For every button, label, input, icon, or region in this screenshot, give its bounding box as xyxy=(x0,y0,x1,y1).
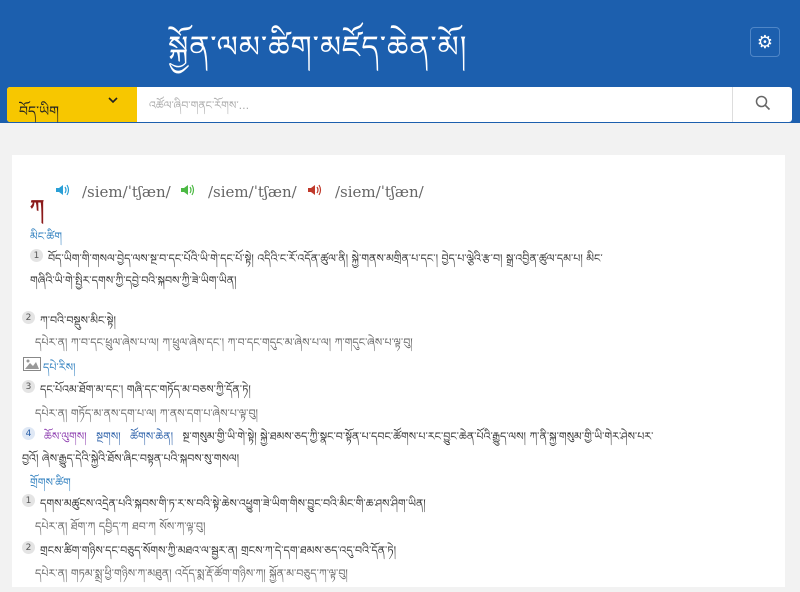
speaker-icon[interactable] xyxy=(55,183,71,201)
example-text: དཔེར་ན། གཏམ་སྨྲ་ཕྱི་གཉིས་ཀ་མཐུན། འདོད་སྨ… xyxy=(35,567,348,580)
language-select[interactable]: བོད་ཡིག xyxy=(7,87,137,122)
pronunciation: /siem/ˈtʃæn/ xyxy=(208,183,297,201)
image-icon[interactable] xyxy=(23,356,41,371)
sense-number: 1 xyxy=(22,494,35,507)
sense-number: 1 xyxy=(30,249,43,262)
pronunciation: /siem/ˈtʃæn/ xyxy=(82,183,171,201)
sense-number: 3 xyxy=(22,380,35,393)
app-title: སྐྱོན་ལམ་ཚིག་མཛོད་ཆེན་མོ། xyxy=(168,30,468,65)
pronunciation: /siem/ˈtʃæn/ xyxy=(335,183,424,201)
speaker-icon[interactable] xyxy=(180,183,196,201)
sense-number: 2 xyxy=(22,311,35,324)
chevron-down-icon xyxy=(107,94,119,110)
language-select-label: བོད་ཡིག xyxy=(19,104,60,120)
definition-text: གཞིའི་ཡི་གེ་སྤྱིར་དགས་ཀྱི་དབྱེ་བའི་སྐབས་… xyxy=(30,274,237,287)
example-text: དཔེར་ན། ཀ་བ་དང་ཕྲུལ་ཞེས་པ་ལ། ཀ་ཕྲུལ་ཞེས་… xyxy=(35,336,413,349)
domain-tag[interactable]: ཆོས་ལུགས། xyxy=(44,430,87,443)
app-header: སྐྱོན་ལམ་ཚིག་མཛོད་ཆེན་མོ། ⚙ བོད་ཡིག xyxy=(0,0,800,124)
search-bar: བོད་ཡིག xyxy=(7,87,792,124)
domain-tag[interactable]: ཚོགས་ཆེན། xyxy=(130,430,173,443)
speaker-icon[interactable] xyxy=(307,183,323,201)
domain-tag[interactable]: སྔགས། xyxy=(96,430,121,443)
search-input[interactable] xyxy=(147,87,731,124)
sense-number: 2 xyxy=(22,541,35,554)
sense-number: 4 xyxy=(22,427,35,440)
definition-line: སྔ་གསུམ་གྱི་ཡི་གེ་སྟེ། སྐྱེ་ཐམས་ཅད་ཀྱི་ས… xyxy=(182,430,654,443)
search-button[interactable] xyxy=(734,87,792,122)
settings-button[interactable]: ⚙ xyxy=(750,27,780,57)
divider xyxy=(732,87,733,122)
search-icon xyxy=(755,95,771,115)
gear-icon: ⚙ xyxy=(756,31,774,53)
